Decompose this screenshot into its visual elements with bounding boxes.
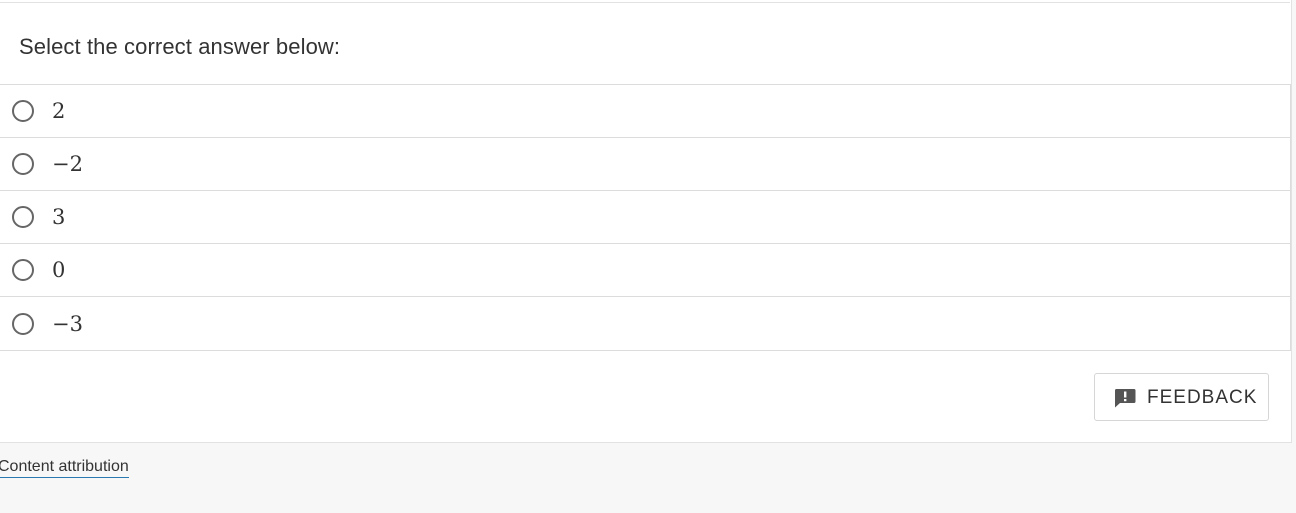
answer-option-label: −3 [52,311,83,336]
answer-options: 2 −2 3 0 −3 [0,84,1291,351]
answer-option-1[interactable]: 2 [0,85,1290,138]
answer-option-3[interactable]: 3 [0,191,1290,244]
feedback-button[interactable]: FEEDBACK [1094,373,1269,421]
answer-option-4[interactable]: 0 [0,244,1290,297]
radio-button[interactable] [12,259,34,281]
answer-option-label: 2 [52,99,66,123]
radio-button[interactable] [12,206,34,228]
content-attribution-link[interactable]: Content attribution [0,458,129,478]
radio-button[interactable] [12,153,34,175]
answer-option-label: 3 [52,205,66,229]
feedback-icon [1114,389,1136,408]
answer-option-label: 0 [52,258,66,282]
answer-option-5[interactable]: −3 [0,297,1290,351]
answer-option-label: −2 [52,152,83,176]
radio-button[interactable] [12,100,34,122]
question-card: Select the correct answer below: 2 −2 3 … [0,0,1292,443]
question-prompt: Select the correct answer below: [19,34,341,59]
feedback-label: FEEDBACK [1147,387,1258,408]
answer-option-2[interactable]: −2 [0,138,1290,191]
top-divider [0,2,1290,3]
radio-button[interactable] [12,312,34,335]
